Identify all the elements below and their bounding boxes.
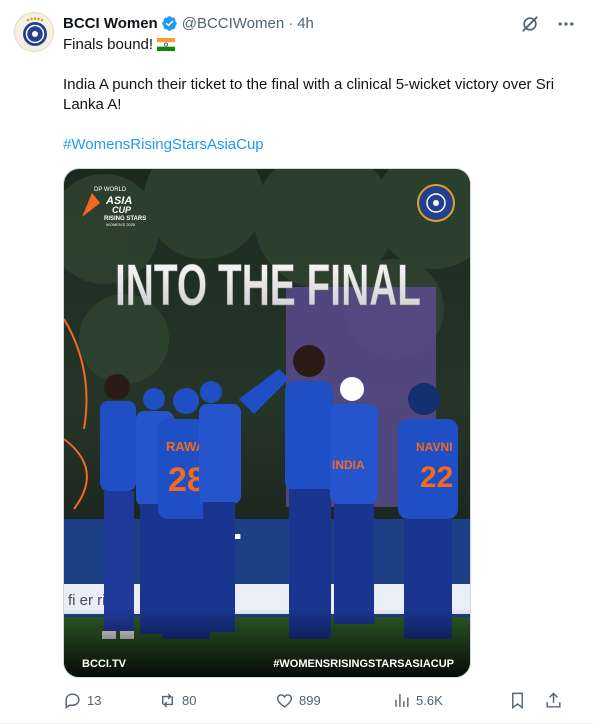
separator-dot: · — [288, 14, 294, 32]
reply-count: 13 — [87, 692, 102, 708]
repost-icon — [162, 693, 173, 707]
repost-count: 80 — [182, 692, 197, 708]
event-line-2: CUP — [112, 205, 132, 215]
bcci-crest — [417, 184, 455, 222]
like-count: 899 — [299, 692, 321, 708]
tweet-line-1: Finals bound! — [63, 35, 578, 55]
reply-icon — [65, 692, 80, 709]
tweet-actions-bar: 13 80 899 5.6K — [63, 688, 583, 712]
sponsor-text: DP WORLD — [94, 187, 127, 193]
share-icon — [546, 691, 561, 708]
timestamp[interactable]: 4h — [297, 15, 314, 32]
bcci-logo-icon — [16, 14, 53, 51]
jersey-name-right: NAVNI — [416, 440, 452, 454]
like-button[interactable]: 899 — [275, 691, 392, 710]
india-flag-icon — [157, 38, 176, 51]
footer-left-text: BCCI.TV — [82, 658, 127, 670]
footer-right-text: #WOMENSRISINGSTARSASIACUP — [273, 658, 454, 670]
grok-icon — [522, 16, 538, 32]
event-line-4: WOMEN'S 2025 — [106, 222, 136, 227]
more-options-button[interactable] — [552, 10, 580, 38]
tweet-text: Finals bound! India A punch their ticket… — [63, 35, 578, 155]
verified-badge-icon — [161, 15, 177, 31]
bookmark-icon — [512, 692, 523, 709]
heart-icon — [276, 693, 293, 708]
views-chart-icon — [395, 693, 409, 707]
top-actions — [516, 10, 580, 38]
author-name[interactable]: BCCI Women — [63, 15, 158, 32]
tweet-line-2: India A punch their ticket to the final … — [63, 76, 555, 113]
reply-button[interactable]: 13 — [63, 691, 158, 710]
jersey-number-right: 22 — [420, 461, 453, 494]
grok-button[interactable] — [516, 10, 544, 38]
tweet-line-1-text: Finals bound! — [63, 36, 154, 53]
repost-button[interactable]: 80 — [158, 691, 275, 710]
author-handle[interactable]: @BCCIWomen — [182, 15, 284, 32]
views-count: 5.6K — [416, 692, 443, 708]
headline-text: INTO THE FINAL — [115, 253, 421, 318]
more-dots-icon — [558, 22, 574, 26]
tweet-card[interactable]: BCCI Women @BCCIWomen · 4h Finals bound!… — [0, 0, 594, 724]
avatar[interactable] — [14, 12, 54, 52]
tweet-media-image[interactable]: T fi er rifie — [63, 168, 471, 678]
share-button[interactable] — [544, 691, 574, 710]
jersey-chest-text: INDIA — [332, 458, 365, 472]
tweet-header: BCCI Women @BCCIWomen · 4h — [63, 13, 314, 33]
bookmark-button[interactable] — [508, 691, 544, 710]
views-button[interactable]: 5.6K — [392, 691, 508, 710]
team-celebration-photo: T fi er rifie — [64, 169, 470, 677]
hashtag-link[interactable]: #WomensRisingStarsAsiaCup — [63, 135, 578, 155]
